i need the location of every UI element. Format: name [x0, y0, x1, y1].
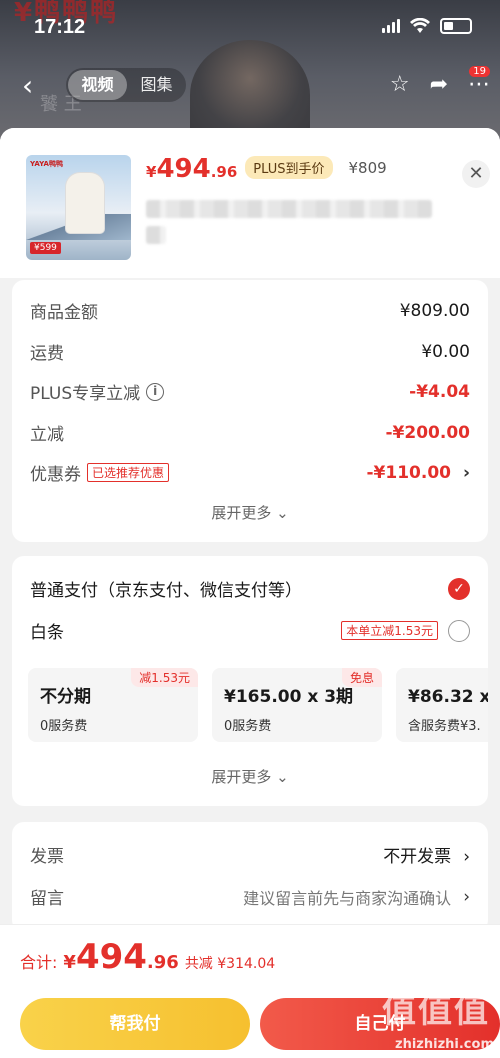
plan-tag: 减1.53元	[131, 668, 198, 687]
thumbnail-price-tag: ¥599	[30, 242, 61, 254]
total-amount: 合计: ¥494.96 共减 ¥314.04	[20, 937, 276, 977]
summary-row-coupon[interactable]: 优惠券 已选推荐优惠 -¥110.00 ›	[30, 460, 470, 486]
plan-tag: 免息	[341, 668, 382, 687]
price-row: ¥494.96 PLUS到手价 ¥809	[146, 154, 387, 184]
product-nav-bar: ‹ 视频 图集 ☆ ➦ ⋯ 19	[0, 64, 500, 108]
nav-actions: ☆ ➦ ⋯ 19	[390, 66, 490, 97]
info-icon[interactable]: i	[146, 382, 165, 401]
wifi-icon	[410, 18, 430, 33]
status-bar: 17:12	[0, 0, 500, 52]
price-main: ¥494.96	[146, 154, 238, 184]
more-icon[interactable]: ⋯ 19	[468, 66, 490, 97]
summary-row-instant-discount: 立减 -¥200.00	[30, 422, 470, 446]
original-price: ¥809	[348, 159, 387, 177]
summary-row-shipping: 运费 ¥0.00	[30, 341, 470, 365]
site-watermark: 值值值	[382, 991, 490, 1031]
battery-icon	[440, 18, 472, 34]
payment-normal[interactable]: 普通支付（京东支付、微信支付等） ✓	[30, 576, 470, 601]
message-row[interactable]: 留言 建议留言前先与商家沟通确认 ›	[30, 884, 470, 910]
plus-price-tag: PLUS到手价	[245, 156, 333, 179]
invoice-row[interactable]: 发票 不开发票 ›	[30, 842, 470, 867]
action-buttons: 帮我付 自己付 值值值 zhizhizhi.com	[0, 991, 500, 1058]
expand-more-payment[interactable]: 展开更多 ⌄	[12, 766, 488, 787]
chevron-right-icon: ›	[462, 462, 470, 483]
chevron-right-icon: ›	[463, 886, 470, 907]
blurred-product-title	[146, 200, 432, 218]
product-thumbnail[interactable]: YAYA鸭鸭 ¥599	[26, 155, 131, 260]
thumbnail-brand: YAYA鸭鸭	[30, 160, 63, 168]
help-pay-button[interactable]: 帮我付	[20, 998, 250, 1050]
baitiao-discount-tag: 本单立减1.53元	[341, 621, 438, 640]
summary-row-goods: 商品金额 ¥809.00	[30, 300, 470, 324]
tab-gallery[interactable]: 图集	[127, 70, 186, 100]
price-summary-card: 商品金额 ¥809.00 运费 ¥0.00 PLUS专享立减 i -¥4.04 立…	[12, 280, 488, 542]
chevron-right-icon: ›	[463, 847, 470, 867]
back-icon[interactable]: ‹	[22, 72, 33, 100]
extra-card: 发票 不开发票 › 留言 建议留言前先与商家沟通确认 ›	[12, 822, 488, 932]
check-icon[interactable]: ✓	[448, 577, 470, 600]
coupon-tag: 已选推荐优惠	[87, 463, 170, 482]
radio-button[interactable]	[448, 619, 470, 642]
close-button[interactable]: ✕	[462, 160, 490, 188]
share-icon[interactable]: ➦	[430, 72, 448, 97]
signal-icon	[382, 19, 400, 33]
blurred-product-title-2	[146, 226, 166, 244]
plan-6-periods[interactable]: ¥86.32 x 6期 含服务费¥3.	[396, 668, 488, 742]
message-input[interactable]: 建议留言前先与商家沟通确认	[243, 885, 451, 909]
plan-no-installment[interactable]: 不分期 0服务费 减1.53元	[28, 668, 198, 742]
status-icons	[382, 18, 472, 34]
checkout-sheet: YAYA鸭鸭 ¥599 ¥494.96 PLUS到手价 ¥809 ✕ 商品金额 …	[0, 128, 500, 1058]
installment-plans: 不分期 0服务费 减1.53元 ¥165.00 x 3期 0服务费 免息 ¥86…	[28, 668, 488, 742]
star-icon[interactable]: ☆	[390, 72, 410, 97]
status-time: 17:12	[34, 16, 86, 38]
plan-3-periods[interactable]: ¥165.00 x 3期 0服务费 免息	[212, 668, 382, 742]
product-header: YAYA鸭鸭 ¥599 ¥494.96 PLUS到手价 ¥809 ✕	[0, 128, 500, 278]
summary-row-plus-discount: PLUS专享立减 i -¥4.04	[30, 381, 470, 405]
thumbnail-coat	[66, 173, 104, 233]
payment-baitiao[interactable]: 白条 本单立减1.53元	[30, 618, 470, 643]
expand-more-summary[interactable]: 展开更多 ⌄	[12, 502, 488, 523]
tab-video[interactable]: 视频	[68, 70, 127, 100]
site-watermark-url: zhizhizhi.com	[395, 1037, 494, 1052]
notification-badge: 19	[469, 66, 490, 77]
total-saved: 共减 ¥314.04	[184, 956, 276, 972]
payment-card: 普通支付（京东支付、微信支付等） ✓ 白条 本单立减1.53元 不分期 0服务费…	[12, 556, 488, 806]
media-tabs: 视频 图集	[66, 68, 186, 102]
